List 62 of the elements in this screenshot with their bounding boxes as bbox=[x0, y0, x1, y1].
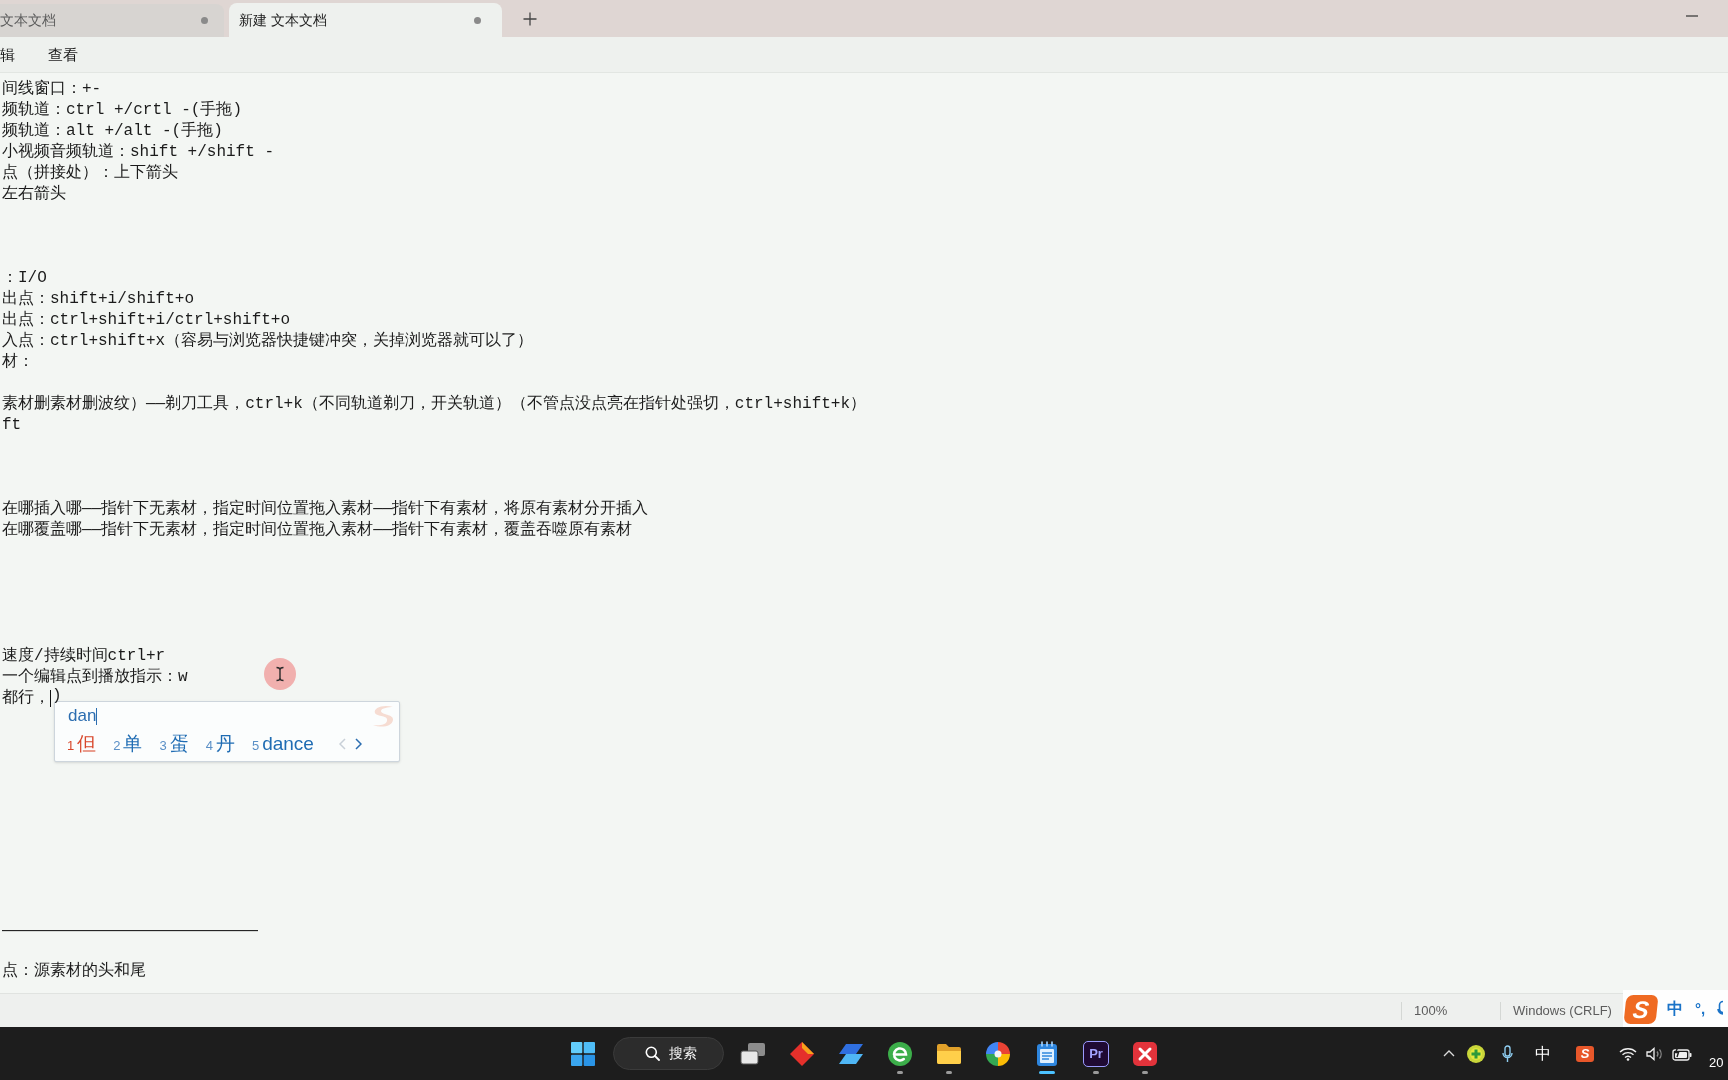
swirl-circle-icon[interactable] bbox=[887, 1040, 913, 1067]
text-line: 间线窗口：+- bbox=[2, 79, 102, 100]
ime-mode-indicator[interactable]: 中 bbox=[1535, 1041, 1551, 1066]
ime-mode-toggle[interactable]: 中 bbox=[1667, 997, 1683, 1021]
plus-badge-icon[interactable] bbox=[1467, 1044, 1485, 1063]
composition-text: dan bbox=[68, 706, 97, 726]
ime-logo[interactable]: S bbox=[1623, 994, 1659, 1024]
candidate-option[interactable]: 3 蛋 bbox=[159, 732, 189, 756]
text-line: 材： bbox=[2, 352, 34, 373]
microphone-icon[interactable] bbox=[1502, 1044, 1513, 1063]
notepad-icon[interactable] bbox=[1035, 1040, 1059, 1067]
text-line: 出点：shift+i/shift+o bbox=[2, 289, 195, 310]
text-line: 左右箭头 bbox=[2, 184, 66, 205]
speaker-icon[interactable] bbox=[1646, 1046, 1664, 1061]
text-fragment: ) bbox=[52, 687, 62, 704]
zoom-level: 100% bbox=[1413, 1001, 1449, 1020]
folder-icon[interactable] bbox=[936, 1041, 962, 1066]
candidate-option[interactable]: 2 单 bbox=[113, 732, 143, 756]
text-line: ：I/O bbox=[2, 268, 47, 289]
punctuation-toggle[interactable]: °, bbox=[1695, 997, 1706, 1021]
tab[interactable]: 文本文档 bbox=[0, 4, 224, 37]
microphone-icon[interactable] bbox=[1717, 1000, 1724, 1018]
text-line: 一个编辑点到播放指示：w bbox=[2, 667, 188, 688]
app-logo-tile[interactable]: Pr bbox=[1083, 1040, 1109, 1067]
text-line: 频轨道：ctrl +/crtl -(手拖) bbox=[2, 100, 243, 121]
text-line: 点（拼接处）：上下箭头 bbox=[2, 163, 178, 184]
text-line: 在哪插入哪——指针下无素材，指定时间位置拖入素材——指针下有素材，将原有素材分开插入 bbox=[2, 499, 649, 520]
start-icon[interactable] bbox=[571, 1041, 595, 1066]
text-line: 频轨道：alt +/alt -(手拖) bbox=[2, 121, 223, 142]
task-view-icon[interactable] bbox=[740, 1041, 766, 1066]
text-line: 入点：ctrl+shift+x（容易与浏览器快捷键冲突，关掉浏览器就可以了） bbox=[2, 331, 534, 352]
pinwheel-icon[interactable] bbox=[985, 1040, 1011, 1067]
chevron-right-icon[interactable] bbox=[354, 738, 362, 750]
candidate-option[interactable]: 4 丹 bbox=[205, 732, 235, 756]
text-line: ft bbox=[2, 415, 22, 436]
search-button[interactable]: 搜索 bbox=[612, 1037, 724, 1070]
battery-icon[interactable] bbox=[1672, 1046, 1692, 1061]
cross-tile-icon[interactable] bbox=[1132, 1040, 1158, 1067]
text-line: 速度/持续时间ctrl+r bbox=[2, 646, 166, 667]
divider-text: ———————————————— bbox=[2, 920, 258, 940]
text-caret bbox=[50, 690, 51, 707]
candidate-option[interactable]: 5 dance bbox=[251, 732, 314, 756]
search-icon bbox=[644, 1046, 660, 1061]
text-caret bbox=[96, 707, 98, 725]
text-line: 点：源素材的头和尾 bbox=[2, 961, 146, 982]
text-line: 小视频音频轨道：shift +/shift - bbox=[2, 142, 275, 163]
text-line: 都行， bbox=[2, 688, 50, 709]
plus-icon[interactable] bbox=[523, 11, 537, 26]
candidate-option[interactable]: 1 但 bbox=[67, 732, 97, 756]
text-line: 在哪覆盖哪——指针下无素材，指定时间位置拖入素材——指针下有素材，覆盖吞噬原有素材 bbox=[2, 520, 633, 541]
text-line: 素材删素材删波纹）——剃刀工具，ctrl+k（不同轨道剃刀，开关轨道）（不管点没点亮在指针处强切，ctrl+shift+k） bbox=[2, 394, 867, 415]
menu-item[interactable]: 查看 bbox=[48, 44, 78, 65]
ime-logo[interactable]: S bbox=[1576, 1045, 1594, 1062]
wifi-icon[interactable] bbox=[1619, 1046, 1637, 1061]
menu-item[interactable]: 辑 bbox=[0, 44, 15, 65]
diamond-icon[interactable] bbox=[789, 1040, 815, 1067]
tab[interactable]: 新建 文本文档 bbox=[229, 3, 502, 37]
line-ending: Windows (CRLF) bbox=[1513, 1002, 1612, 1018]
chevron-up-icon[interactable] bbox=[1443, 1050, 1455, 1057]
clock-text[interactable]: 20 bbox=[1709, 1052, 1724, 1073]
text-line: 出点：ctrl+shift+i/ctrl+shift+o bbox=[2, 310, 291, 331]
text-cursor-icon bbox=[264, 658, 296, 690]
